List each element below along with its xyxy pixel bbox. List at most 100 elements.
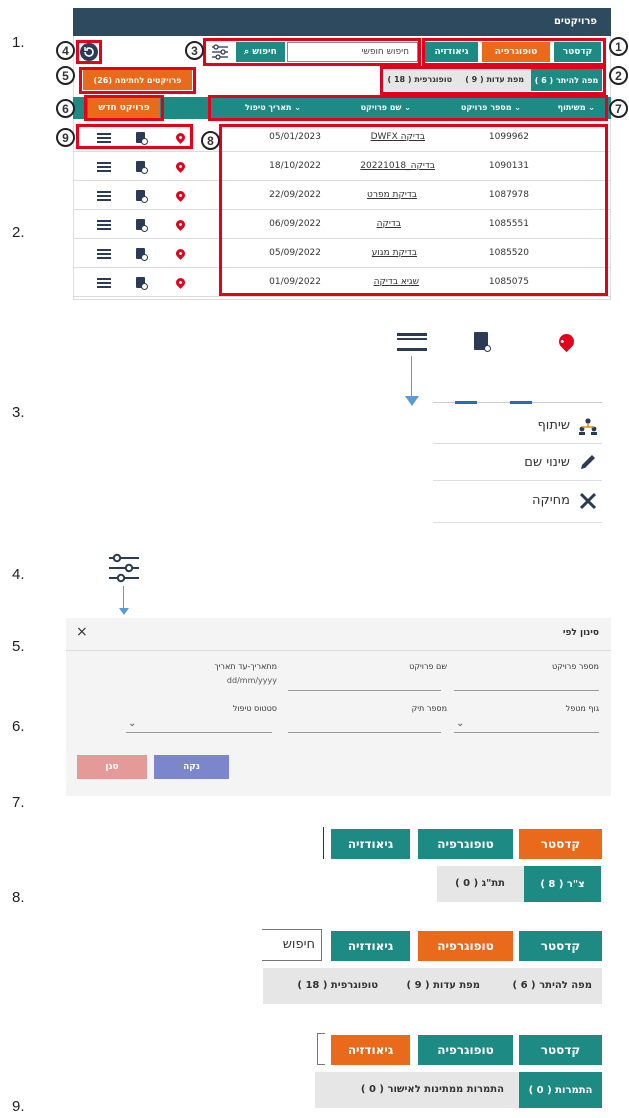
close-icon — [579, 492, 597, 510]
search-field-edge — [317, 1033, 325, 1065]
topography-button[interactable]: טופוגרפיה — [418, 931, 513, 961]
callout-box-1 — [422, 38, 606, 66]
menu-icon[interactable] — [97, 220, 111, 230]
arrow-head — [405, 396, 419, 406]
clear-button[interactable]: נקה — [154, 755, 229, 779]
chevron-down-icon: ⌄ — [128, 718, 137, 729]
menu-item-delete[interactable]: מחיקה — [433, 482, 602, 520]
document-search-icon[interactable] — [136, 248, 148, 261]
callout-box-8 — [219, 124, 608, 296]
menu-icon[interactable] — [97, 162, 111, 172]
tab-map-permit[interactable]: מפה להיתר ( 6 ) — [513, 980, 592, 991]
menu-scroll-indicator — [455, 401, 477, 404]
arrow-line — [123, 586, 124, 610]
callout-number: 5 — [56, 66, 75, 85]
field-label: מספר פרויקט — [551, 662, 599, 671]
location-pin-icon[interactable] — [555, 330, 578, 353]
menu-icon[interactable] — [97, 278, 111, 288]
callout-number: 7 — [609, 99, 628, 118]
field-label: סטטוס טיפול — [232, 704, 277, 713]
field-label: מספר תיק — [411, 704, 447, 713]
document-search-icon[interactable] — [136, 161, 148, 174]
search-field-edge — [323, 827, 324, 859]
geodesy-button[interactable]: גיאודזיה — [331, 829, 410, 859]
date-range-field[interactable]: dd/mm/yyyy — [227, 676, 277, 685]
step-number: 9. — [12, 1098, 25, 1115]
callout-number: 9 — [56, 128, 75, 147]
chevron-down-icon: ⌄ — [456, 718, 465, 729]
step-number: 4. — [12, 566, 25, 583]
location-pin-icon[interactable] — [174, 247, 187, 260]
location-pin-icon[interactable] — [174, 160, 187, 173]
file-number-field[interactable] — [288, 732, 441, 733]
document-search-icon[interactable] — [136, 190, 148, 203]
topography-button[interactable]: טופוגרפיה — [418, 1035, 513, 1065]
filter-panel: סינון לפי × מספר פרויקט שם פרויקט מתאריך… — [66, 618, 611, 796]
tab-witness-map[interactable]: מפת עדות ( 9 ) — [407, 980, 481, 991]
step-number: 2. — [12, 224, 25, 241]
project-number-field[interactable] — [454, 690, 599, 691]
cadastre-button[interactable]: קדסטר — [519, 1035, 602, 1065]
document-search-icon[interactable] — [136, 219, 148, 232]
callout-number: 6 — [56, 99, 75, 118]
menu-item-rename[interactable]: שינוי שם — [433, 445, 602, 481]
menu-item-share[interactable]: שיתוף — [433, 408, 602, 444]
tab-tsar[interactable]: צ"ר ( 8 ) — [524, 866, 601, 902]
callout-box-3 — [203, 38, 421, 66]
step-number: 7. — [12, 794, 25, 811]
menu-icon-large[interactable] — [397, 333, 427, 351]
share-icon — [579, 418, 597, 435]
subtabs: התמרות ( 0 ) התמרות ממתינות לאישור ( 0 ) — [315, 1072, 602, 1108]
tab-tatag[interactable]: תת"ג ( 0 ) — [455, 878, 505, 889]
field-label: שם פרויקט — [409, 662, 447, 671]
location-pin-icon[interactable] — [174, 189, 187, 202]
arrow-line — [411, 356, 412, 400]
handling-body-select[interactable] — [454, 732, 599, 733]
subtabs: מפה להיתר ( 6 ) מפת עדות ( 9 ) טופוגרפית… — [263, 968, 602, 1004]
callout-box-6 — [84, 95, 164, 121]
location-pin-icon[interactable] — [174, 276, 187, 289]
field-label: מתאריך-עד תאריך — [214, 662, 277, 671]
callout-box-2 — [380, 66, 606, 95]
callout-number: 4 — [56, 41, 75, 60]
menu-item-label: שיתוף — [537, 418, 570, 433]
tab-pending-transformations[interactable]: התמרות ממתינות לאישור ( 0 ) — [361, 1084, 504, 1095]
apply-filter-button[interactable]: סנן — [77, 755, 147, 779]
pencil-icon — [581, 455, 595, 469]
cadastre-button[interactable]: קדסטר — [519, 829, 602, 859]
field-label: גוף מטפל — [565, 704, 599, 713]
tab-transformations[interactable]: התמרות ( 0 ) — [519, 1072, 602, 1108]
step-number: 1. — [12, 34, 25, 51]
step-number: 5. — [12, 638, 25, 655]
filter-divider — [66, 650, 611, 651]
callout-box-4 — [76, 40, 102, 64]
project-name-field[interactable] — [288, 690, 441, 691]
filter-title: סינון לפי — [562, 628, 599, 638]
geodesy-button[interactable]: גיאודזיה — [331, 1035, 410, 1065]
callout-box-5 — [79, 67, 196, 94]
menu-icon[interactable] — [97, 191, 111, 201]
menu-scroll-indicator — [510, 401, 532, 404]
step-number: 6. — [12, 718, 25, 735]
topography-button[interactable]: טופוגרפיה — [418, 829, 513, 859]
callout-number: 1 — [609, 37, 628, 56]
callout-number: 8 — [201, 131, 220, 150]
menu-icon[interactable] — [97, 249, 111, 259]
step-number: 8. — [12, 889, 25, 906]
menu-item-label: מחיקה — [532, 493, 570, 508]
menu-divider — [433, 522, 602, 523]
search-input[interactable]: חיפוש — [262, 929, 322, 961]
document-search-icon[interactable] — [136, 277, 148, 290]
cadastre-button[interactable]: קדסטר — [519, 931, 602, 961]
menu-item-label: שינוי שם — [524, 455, 570, 470]
filter-sliders-icon[interactable] — [107, 552, 141, 584]
location-pin-icon[interactable] — [174, 218, 187, 231]
callout-number: 3 — [185, 41, 204, 60]
document-search-icon[interactable] — [474, 332, 491, 352]
callout-box-7 — [208, 95, 608, 121]
tab-topographic[interactable]: טופוגרפית ( 18 ) — [297, 980, 378, 991]
geodesy-button[interactable]: גיאודזיה — [331, 931, 410, 961]
close-icon[interactable]: × — [76, 624, 88, 640]
handling-status-select[interactable] — [126, 732, 272, 733]
page-title: פרויקטים — [553, 16, 597, 27]
